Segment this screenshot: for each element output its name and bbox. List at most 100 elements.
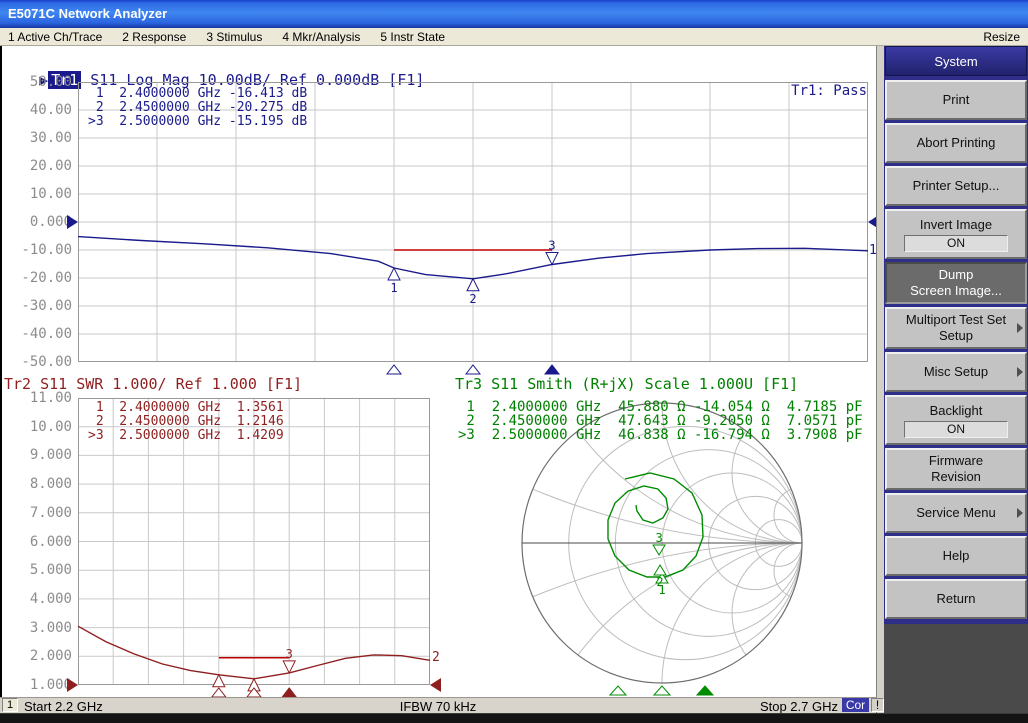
softkey-service-menu-more-icon <box>1017 508 1023 518</box>
tr2-y-label-3.000: 3.000 <box>14 620 72 636</box>
softkey-printer-setup[interactable]: Printer Setup... <box>885 166 1027 206</box>
softkey-sidebar: System Print Abort Printing Printer Setup.… <box>884 46 1028 713</box>
softkey-return-label: Return <box>936 591 975 607</box>
tr2-marker-row-1: 1 2.4000000 GHz 1.3561 <box>88 401 284 415</box>
tr3-marker-row-3: >3 2.5000000 GHz 46.838 Ω -16.794 Ω 3.79… <box>458 428 863 442</box>
tr2-end-label: 2 <box>432 650 440 665</box>
softkey-multiport-test-set-setup-label: Multiport Test Set <box>906 312 1006 328</box>
svg-text:2: 2 <box>469 292 476 306</box>
softkey-backlight-toggle[interactable]: ON <box>904 421 1008 438</box>
menu-item-2-response[interactable]: 2 Response <box>122 30 186 44</box>
softkey-print[interactable]: Print <box>885 80 1027 120</box>
tr1-y-label-30.00: 30.00 <box>14 130 72 146</box>
softkey-dump-screen-image-label: Screen Image... <box>910 283 1002 299</box>
tr3-smith-chart: 123 <box>517 403 807 697</box>
tr2-marker-row-2: 2 2.4500000 GHz 1.2146 <box>88 415 284 429</box>
softkey-multiport-test-set-setup-more-icon <box>1017 323 1023 333</box>
tr2-y-label-1.000: 1.000 <box>14 677 72 693</box>
tr1-marker-row-1: 1 2.4000000 GHz -16.413 dB <box>88 87 307 101</box>
tr1-marker-row-2: 2 2.4500000 GHz -20.275 dB <box>88 101 307 115</box>
softkey-invert-image-label: Invert Image <box>920 217 992 233</box>
softkey-firmware-revision[interactable]: FirmwareRevision <box>885 448 1027 490</box>
tr2-y-label-9.000: 9.000 <box>14 447 72 463</box>
tr1-y-label--10.00: -10.00 <box>14 242 72 258</box>
svg-text:3: 3 <box>286 647 293 661</box>
softkey-invert-image-toggle[interactable]: ON <box>904 235 1008 252</box>
tr1-header: ▶Tr1 S11 Log Mag 10.00dB/ Ref 0.000dB [F… <box>3 53 424 69</box>
menu-item-resize[interactable]: Resize <box>983 30 1020 44</box>
tr1-y-label-20.00: 20.00 <box>14 158 72 174</box>
tr2-marker-table: 1 2.4000000 GHz 1.3561 2 2.4500000 GHz 1… <box>88 401 284 443</box>
tr3-marker-row-1: 1 2.4000000 GHz 45.880 Ω -14.054 Ω 4.718… <box>458 400 863 414</box>
softkey-abort-printing-label: Abort Printing <box>917 135 996 151</box>
status-start-frequency: Start 2.2 GHz <box>24 699 103 714</box>
tr3-stimulus-marker-2 <box>654 686 670 695</box>
tr1-y-label--50.00: -50.00 <box>14 354 72 370</box>
tr2-y-label-7.000: 7.000 <box>14 505 72 521</box>
tr2-y-label-5.000: 5.000 <box>14 562 72 578</box>
softkey-help-label: Help <box>943 548 970 564</box>
menu-item-3-stimulus[interactable]: 3 Stimulus <box>206 30 262 44</box>
tr1-y-label-0.000: 0.000 <box>14 214 72 230</box>
softkey-invert-image[interactable]: Invert Image ON <box>885 209 1027 259</box>
svg-text:3: 3 <box>548 239 555 253</box>
tr3-stimulus-marker-3 <box>697 686 713 695</box>
tr2-plot: 123 <box>78 398 430 698</box>
softkey-menu-title: System <box>885 46 1027 76</box>
tr2-y-label-4.000: 4.000 <box>14 591 72 607</box>
tr3-header: Tr3 S11 Smith (R+jX) Scale 1.000U [F1] <box>455 375 798 391</box>
svg-text:1: 1 <box>390 281 397 295</box>
softkey-dump-screen-image-label: Dump <box>939 267 974 283</box>
tr3-trace-line <box>608 473 703 577</box>
menu-bar: 1 Active Ch/Trace 2 Response 3 Stimulus 4 M… <box>0 28 1028 46</box>
tr3-marker-table: 1 2.4000000 GHz 45.880 Ω -14.054 Ω 4.718… <box>458 400 863 442</box>
softkey-print-label: Print <box>943 92 970 108</box>
softkey-multiport-test-set-setup-label: Setup <box>939 328 973 344</box>
correction-badge: Cor <box>842 698 869 712</box>
softkey-backlight-label: Backlight <box>930 403 983 419</box>
softkey-misc-setup-label: Misc Setup <box>924 364 988 380</box>
e5071c-screen: E5071C Network Analyzer 1 Active Ch/Trac… <box>0 0 1028 723</box>
tr1-y-label--20.00: -20.00 <box>14 270 72 286</box>
softkey-abort-printing[interactable]: Abort Printing <box>885 123 1027 163</box>
tr1-y-label-10.00: 10.00 <box>14 186 72 202</box>
tr1-ref-arrow-left-icon <box>67 215 78 229</box>
softkey-printer-setup-label: Printer Setup... <box>913 178 1000 194</box>
softkey-help[interactable]: Help <box>885 536 1027 576</box>
tr1-marker-table: 1 2.4000000 GHz -16.413 dB 2 2.4500000 G… <box>88 87 307 129</box>
softkey-misc-setup[interactable]: Misc Setup <box>885 352 1027 392</box>
tr3-stimulus-marker-1 <box>610 686 626 695</box>
window-gutter <box>876 46 884 713</box>
tr2-header: Tr2 S11 SWR 1.000/ Ref 1.000 [F1] <box>4 375 302 391</box>
softkey-backlight[interactable]: Backlight ON <box>885 395 1027 445</box>
menu-item-4-mkr-analysis[interactable]: 4 Mkr/Analysis <box>282 30 360 44</box>
taskbar-fragment <box>0 713 1028 723</box>
svg-text:3: 3 <box>655 531 662 545</box>
softkey-dump-screen-image[interactable]: DumpScreen Image... <box>885 262 1027 304</box>
tr1-y-label-40.00: 40.00 <box>14 102 72 118</box>
tr1-y-label--30.00: -30.00 <box>14 298 72 314</box>
softkey-firmware-revision-label: Revision <box>931 469 981 485</box>
menu-item-5-instr-state[interactable]: 5 Instr State <box>380 30 445 44</box>
softkey-return[interactable]: Return <box>885 579 1027 619</box>
tr2-y-label-11.00: 11.00 <box>14 390 72 406</box>
warning-badge: ! <box>871 698 884 712</box>
status-ifbw: IFBW 70 kHz <box>338 699 538 714</box>
tr3-marker-row-2: 2 2.4500000 GHz 47.643 Ω -9.2050 Ω 7.057… <box>458 414 863 428</box>
tr2-ref-arrow-left-icon <box>67 678 78 692</box>
softkey-service-menu-label: Service Menu <box>916 505 995 521</box>
tr1-y-label--40.00: -40.00 <box>14 326 72 342</box>
menu-item-1-active-ch-trace[interactable]: 1 Active Ch/Trace <box>8 30 102 44</box>
channel-indicator[interactable]: 1 <box>2 698 18 712</box>
tr1-y-label-50.00: 50.00 <box>14 74 72 90</box>
status-stop-frequency: Stop 2.7 GHz <box>688 699 838 714</box>
window-titlebar: E5071C Network Analyzer <box>0 0 1028 28</box>
tr1-marker-row-3: >3 2.5000000 GHz -15.195 dB <box>88 115 307 129</box>
tr2-y-label-6.000: 6.000 <box>14 534 72 550</box>
tr2-y-label-10.00: 10.00 <box>14 419 72 435</box>
softkey-service-menu[interactable]: Service Menu <box>885 493 1027 533</box>
svg-text:2: 2 <box>656 575 663 589</box>
tr2-ref-arrow-right-icon <box>430 678 441 692</box>
softkey-firmware-revision-label: Firmware <box>929 453 983 469</box>
softkey-multiport-test-set-setup[interactable]: Multiport Test SetSetup <box>885 307 1027 349</box>
